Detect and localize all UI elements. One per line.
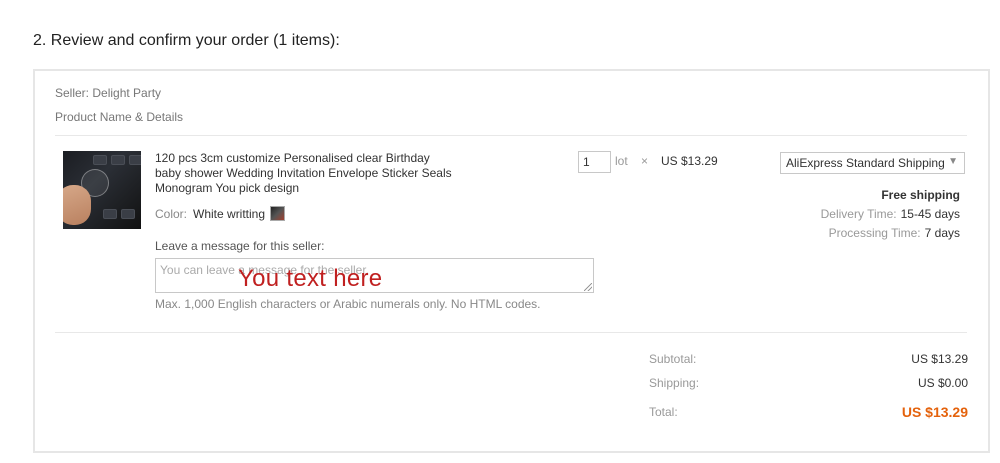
subtotal-label: Subtotal: <box>649 352 697 366</box>
total-label: Total: <box>649 405 678 419</box>
shipping-method-value: AliExpress Standard Shipping <box>786 156 945 170</box>
chevron-down-icon: ▼ <box>948 156 958 167</box>
delivery-time-value: 15-45 days <box>900 207 960 221</box>
free-shipping-text: Free shipping <box>881 188 960 202</box>
product-thumbnail[interactable] <box>63 151 141 229</box>
divider <box>55 332 967 333</box>
processing-time: Processing Time: 7 days <box>829 226 960 240</box>
column-header: Product Name & Details <box>55 110 184 124</box>
shipping-value: US $0.00 <box>917 376 968 390</box>
delivery-time-label: Delivery Time: <box>820 207 897 221</box>
divider <box>55 135 967 136</box>
seller-name: Seller: Delight Party <box>55 86 162 100</box>
order-box: Seller: Delight Party Product Name & Det… <box>33 69 990 453</box>
subtotal-value: US $13.29 <box>911 352 968 366</box>
product-name-link[interactable]: 120 pcs 3cm customize Personalised clear… <box>155 151 455 196</box>
processing-time-value: 7 days <box>924 226 960 240</box>
total-value: US $13.29 <box>901 404 968 420</box>
color-swatch-image <box>270 206 286 221</box>
processing-time-label: Processing Time: <box>828 226 921 240</box>
color-option: Color: White writting <box>155 206 286 221</box>
quantity-input[interactable] <box>578 151 611 173</box>
color-value: White writting <box>193 207 266 221</box>
message-hint: Max. 1,000 English characters or Arabic … <box>155 297 541 311</box>
color-label: Color: <box>155 207 188 221</box>
multiply-icon: × <box>641 154 649 168</box>
unit-price: US $13.29 <box>661 154 718 168</box>
delivery-time: Delivery Time: 15-45 days <box>821 207 960 221</box>
section-title: 2. Review and confirm your order (1 item… <box>33 32 340 49</box>
resize-handle-icon[interactable] <box>584 283 592 291</box>
shipping-method-select[interactable]: AliExpress Standard Shipping ▼ <box>780 152 965 174</box>
quantity-unit: lot <box>615 154 628 168</box>
overlay-caption: You text here <box>238 265 383 292</box>
message-label: Leave a message for this seller: <box>155 239 325 253</box>
shipping-label: Shipping: <box>649 376 700 390</box>
